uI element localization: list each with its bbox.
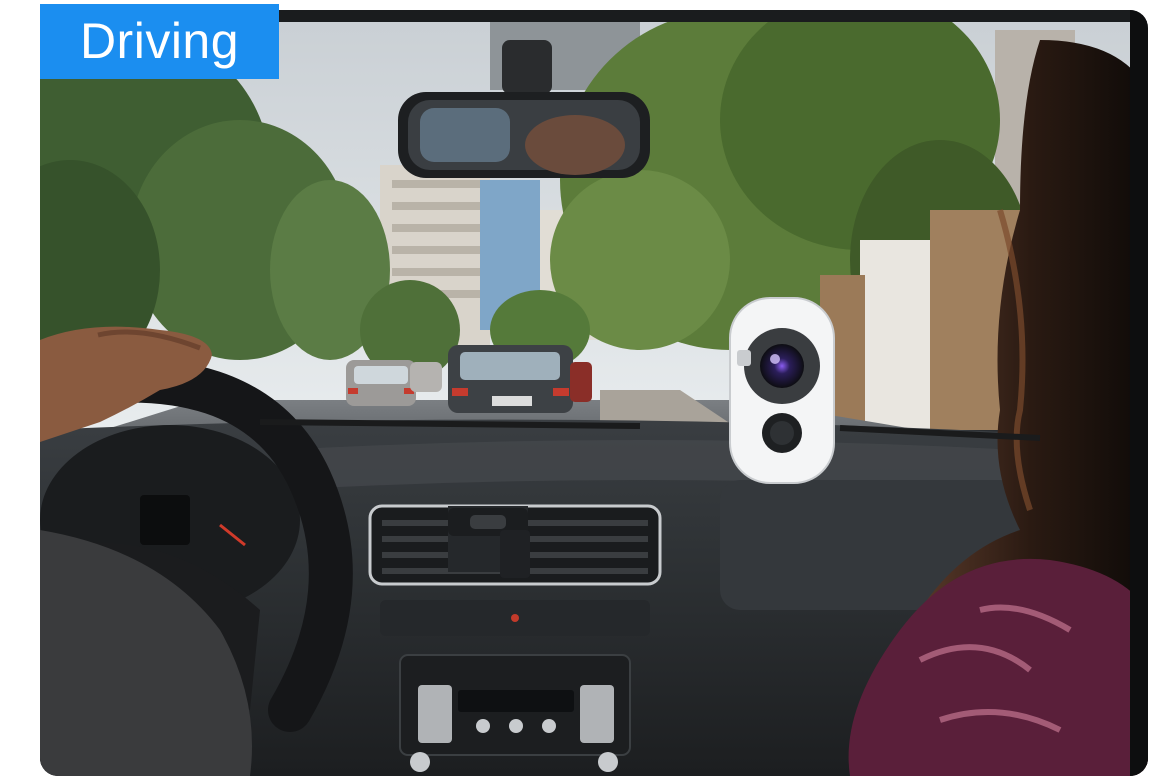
car-ahead-left	[346, 360, 416, 406]
security-camera	[729, 297, 835, 484]
scene-photo	[40, 10, 1148, 776]
radio-unit	[380, 600, 650, 772]
car-ahead-center	[448, 345, 573, 413]
scene-label-badge: Driving	[40, 4, 279, 79]
